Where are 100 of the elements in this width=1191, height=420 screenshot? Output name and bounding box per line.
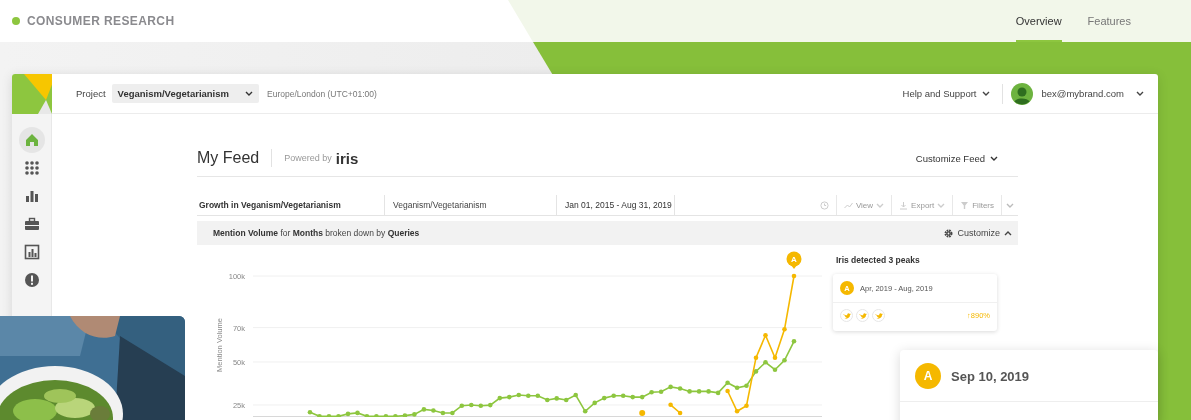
line-chart-icon (843, 200, 853, 210)
data-point (772, 367, 778, 372)
data-point (554, 396, 559, 401)
gear-icon (944, 228, 954, 238)
data-point (582, 409, 588, 414)
data-point (668, 402, 673, 408)
download-icon (899, 200, 909, 210)
peaks-title: Iris detected 3 peaks (836, 255, 921, 265)
home-icon (23, 132, 40, 148)
event-badge: A (915, 363, 941, 389)
grid-icon (23, 160, 40, 176)
widget-title: Growth in Veganism/Vegetarianism (197, 195, 385, 215)
bird-icon (840, 309, 853, 322)
data-point (421, 407, 427, 412)
data-point (526, 393, 531, 399)
data-point (355, 410, 360, 416)
data-point (639, 410, 646, 416)
caret-icon (982, 91, 991, 96)
caret-icon (990, 155, 998, 161)
brand-name: CONSUMER RESEARCH (27, 14, 175, 28)
data-point (545, 397, 550, 403)
summary-text: Mention Volume for Months broken down by Queries (213, 228, 420, 238)
user-menu[interactable]: bex@mybrand.com (1011, 82, 1144, 105)
data-point (744, 403, 749, 408)
data-point (478, 403, 484, 408)
avatar-icon (1011, 82, 1034, 105)
timezone-label: Europe/London (UTC+01:00) (267, 88, 377, 99)
data-point (639, 394, 645, 400)
alert-icon (23, 272, 40, 288)
data-point (497, 395, 503, 401)
data-point (744, 383, 749, 388)
data-point (450, 410, 455, 416)
data-point (734, 385, 740, 391)
project-dropdown[interactable]: Veganism/Vegetarianism (111, 84, 259, 103)
data-point (393, 414, 398, 417)
data-point (345, 411, 351, 417)
data-point (763, 333, 768, 338)
help-menu[interactable]: Help and Support (902, 88, 991, 99)
data-point (649, 389, 654, 395)
data-point (488, 402, 493, 408)
data-point (469, 402, 474, 408)
data-point (677, 386, 683, 391)
briefcase-icon (23, 216, 40, 232)
data-point (611, 393, 616, 399)
data-point (630, 394, 635, 400)
data-point (782, 358, 787, 363)
caret-icon (1136, 91, 1144, 96)
data-point (412, 412, 417, 417)
data-point (715, 390, 721, 396)
data-point (763, 360, 768, 365)
data-point (326, 414, 332, 417)
widget-field[interactable]: Veganism/Vegetarianism (385, 195, 557, 215)
data-point (336, 414, 341, 417)
data-point (317, 414, 322, 417)
bird-icon (872, 309, 885, 322)
data-point (431, 408, 436, 413)
data-point (658, 389, 664, 394)
data-point (782, 327, 787, 332)
filter-icon (960, 200, 970, 210)
data-point (601, 395, 607, 401)
caret-icon (876, 202, 885, 208)
event-date: Sep 10, 2019 (951, 368, 1030, 384)
data-point (734, 409, 740, 414)
data-point (753, 355, 759, 360)
data-point (668, 384, 673, 390)
data-point (696, 389, 702, 394)
caret-icon (1004, 230, 1012, 236)
data-point (687, 389, 692, 394)
bird-icon (856, 309, 869, 322)
caret-icon (1006, 202, 1014, 208)
brand-name: iris (335, 149, 359, 167)
customize-feed-menu[interactable]: Customize Feed (915, 152, 998, 164)
data-point (753, 369, 759, 374)
widget-field[interactable]: Jan 01, 2015 - Aug 31, 2019 (557, 195, 675, 215)
brand-dot (12, 17, 20, 25)
data-point (725, 388, 730, 394)
annotation: A (791, 255, 798, 264)
customize-button[interactable]: Customize (944, 228, 1012, 238)
data-point (535, 393, 541, 399)
nav-tab[interactable]: Overview (1015, 0, 1062, 42)
feed-title: My Feed (197, 149, 260, 167)
project-label: Project (76, 88, 106, 99)
data-point (772, 355, 778, 360)
data-point (383, 414, 389, 417)
data-point (516, 392, 522, 398)
data-point (791, 273, 797, 279)
data-point (791, 339, 797, 344)
data-point (706, 389, 711, 394)
powered-by-label: Powered by (284, 153, 332, 163)
caret-icon (245, 91, 253, 96)
data-point (725, 380, 730, 386)
nav-tab[interactable]: Features (1087, 0, 1131, 42)
data-point (620, 393, 626, 399)
data-point (440, 410, 446, 416)
caret-icon (937, 202, 946, 208)
bar-chart-icon (23, 188, 40, 204)
data-point (573, 392, 578, 398)
data-point (592, 400, 597, 406)
clock-icon (819, 200, 829, 210)
data-point (459, 403, 465, 408)
